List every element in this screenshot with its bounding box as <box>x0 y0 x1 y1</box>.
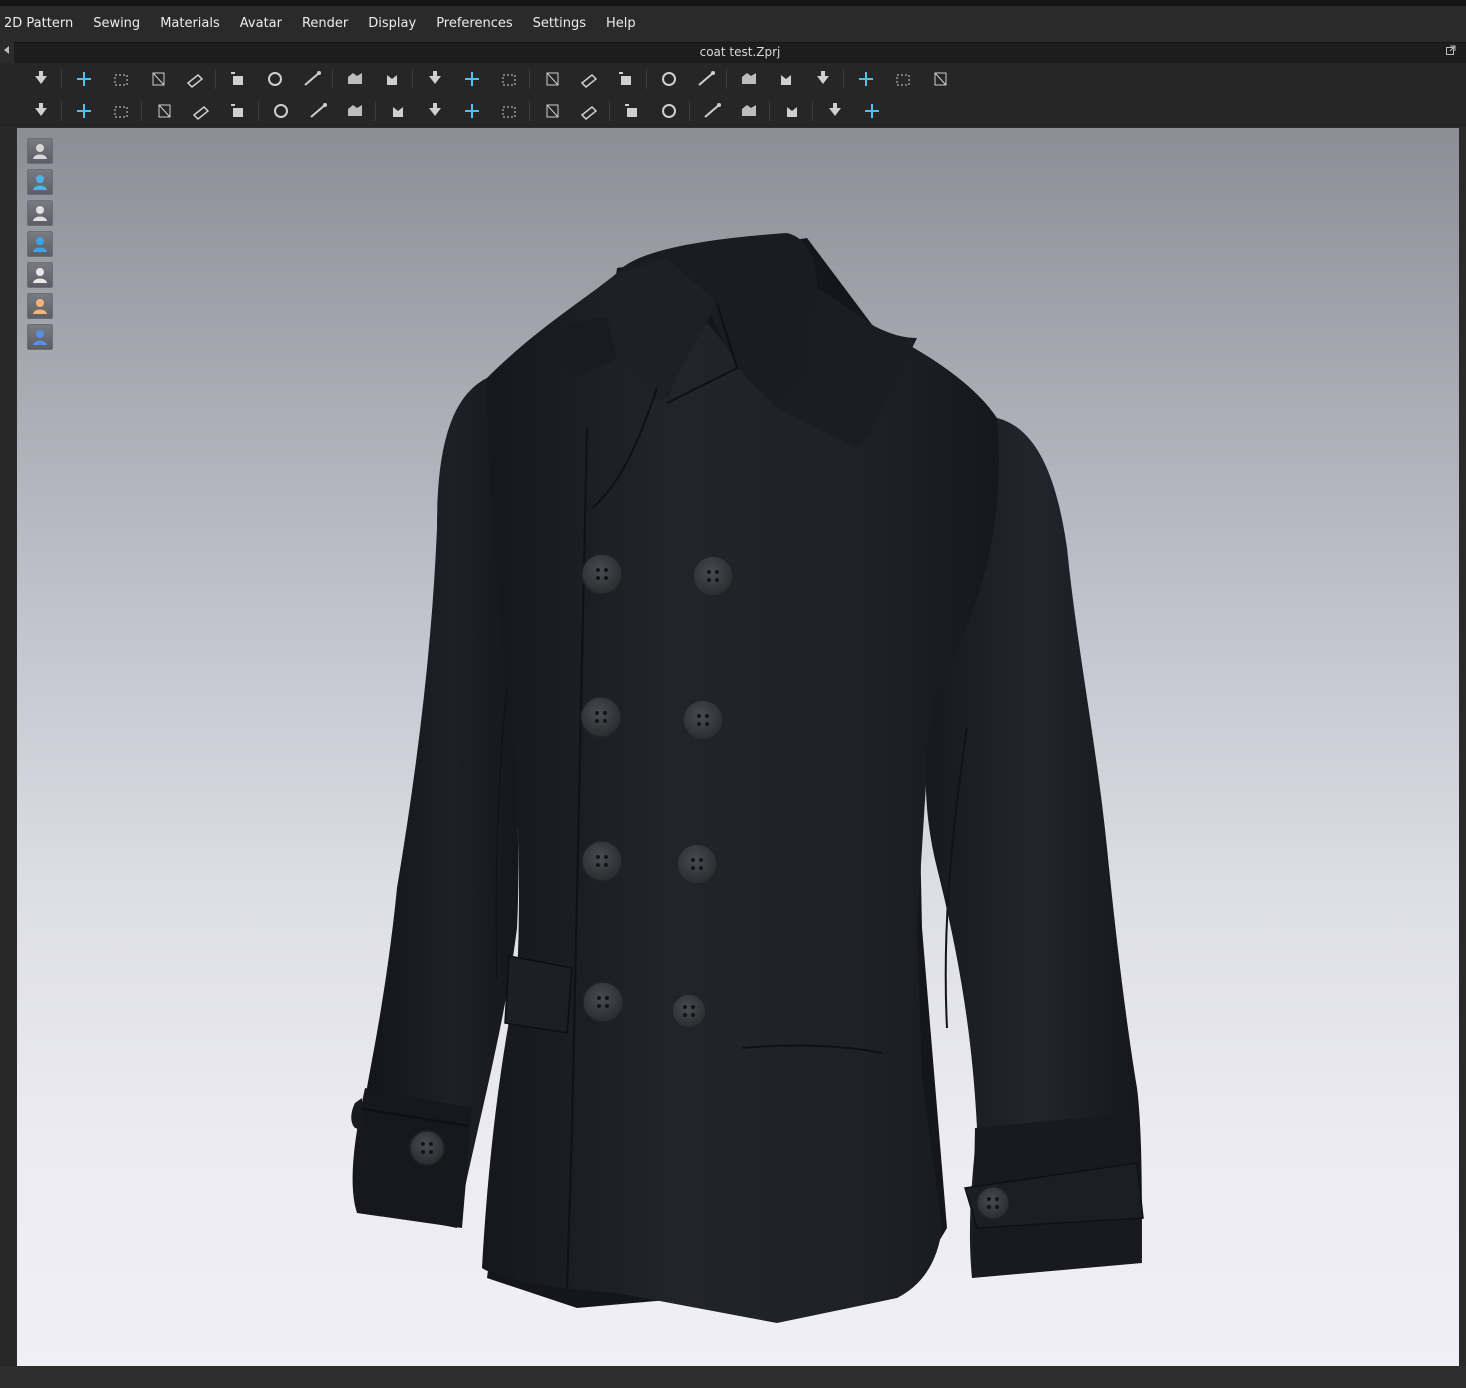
fold-arrange-icon[interactable] <box>225 67 251 91</box>
garment-hanger-icon[interactable] <box>422 67 448 91</box>
tshirt-solid-icon[interactable] <box>459 67 485 91</box>
brush-icon[interactable] <box>379 67 405 91</box>
shirring-icon[interactable] <box>656 99 682 123</box>
globe-shirt-icon[interactable] <box>859 99 885 123</box>
fill-puckering-icon[interactable] <box>619 99 645 123</box>
toolbar-separator <box>646 69 647 89</box>
drop-arrow-icon[interactable] <box>28 67 54 91</box>
toolbar-separator <box>812 101 813 121</box>
button-icon[interactable] <box>385 99 411 123</box>
arrangement-up-icon[interactable] <box>576 67 602 91</box>
toolbar-separator <box>769 101 770 121</box>
mesh-globe-icon[interactable] <box>27 324 53 350</box>
fold-rotate-icon[interactable] <box>299 67 325 91</box>
3d-viewport[interactable] <box>17 128 1459 1366</box>
collapse-arrow-icon[interactable] <box>1 44 11 56</box>
toolbar-separator <box>529 69 530 89</box>
tape-measure-icon[interactable] <box>890 67 916 91</box>
toolbar-separator <box>689 101 690 121</box>
toolbar-separator <box>609 101 610 121</box>
menu-materials[interactable]: Materials <box>150 6 230 42</box>
line-measure-icon[interactable] <box>459 99 485 123</box>
fold-lock-icon[interactable] <box>262 67 288 91</box>
toolbar-separator <box>412 69 413 89</box>
window-title: coat test.Zprj <box>699 45 781 59</box>
select-box-icon[interactable] <box>108 67 134 91</box>
toolbar-separator <box>332 69 333 89</box>
menu-help[interactable]: Help <box>596 6 646 42</box>
toolbar-separator <box>215 69 216 89</box>
curve-measure-icon[interactable] <box>853 67 879 91</box>
menu-avatar[interactable]: Avatar <box>230 6 292 42</box>
fill-shirring-icon[interactable] <box>699 99 725 123</box>
arrangement-down-icon[interactable] <box>613 67 639 91</box>
float-window-icon[interactable] <box>1446 45 1456 55</box>
toolbar-separator <box>258 101 259 121</box>
lock-button-icon[interactable] <box>496 99 522 123</box>
x-pin-icon[interactable] <box>151 99 177 123</box>
needle-icon[interactable] <box>71 99 97 123</box>
avatar-shirt-icon[interactable] <box>539 67 565 91</box>
puckering-icon[interactable] <box>576 99 602 123</box>
coat-left-cuff <box>352 1088 472 1228</box>
menu-render[interactable]: Render <box>292 6 358 42</box>
coat-3d-render <box>351 233 1144 1323</box>
shirt-fit-icon[interactable] <box>822 99 848 123</box>
trace-shirt-icon[interactable] <box>225 99 251 123</box>
toolbar-separator <box>375 101 376 121</box>
sewing-needle-icon[interactable] <box>108 99 134 123</box>
viewport-title-bar: coat test.Zprj <box>14 42 1466 64</box>
garment-view-icon[interactable] <box>27 138 53 164</box>
split-body-icon[interactable] <box>810 67 836 91</box>
buttonhole-icon[interactable] <box>422 99 448 123</box>
toolbar-separator <box>843 69 844 89</box>
menu-sewing[interactable]: Sewing <box>83 6 150 42</box>
layers-down-icon[interactable] <box>736 67 762 91</box>
toolbar-separator <box>141 101 142 121</box>
gather-icon[interactable] <box>736 99 762 123</box>
avatar-walk-icon[interactable] <box>28 99 54 123</box>
toolbar-row-2 <box>0 95 1466 127</box>
status-bar <box>0 1366 1466 1388</box>
graphic-stamp-icon[interactable] <box>268 99 294 123</box>
fabric-stamp-icon[interactable] <box>342 99 368 123</box>
menu-2d-pattern[interactable]: 2D Pattern <box>0 6 83 42</box>
layers-stack-icon[interactable] <box>693 67 719 91</box>
coat-pocket-flap <box>504 955 573 1034</box>
arrangement-avatar-icon[interactable] <box>656 67 682 91</box>
line-tool-icon[interactable] <box>342 67 368 91</box>
pin-icon[interactable] <box>182 67 208 91</box>
toolbar-separator <box>726 69 727 89</box>
viewport-side-toolbar <box>27 138 55 355</box>
tuck-icon[interactable] <box>779 99 805 123</box>
fabric-render-icon[interactable] <box>27 231 53 257</box>
garment-texture-icon[interactable] <box>27 169 53 195</box>
zipper-icon[interactable] <box>539 99 565 123</box>
toolbar-row-1 <box>0 63 1466 96</box>
scissors-icon[interactable] <box>188 99 214 123</box>
right-panel-edge <box>1459 128 1466 1368</box>
toolbar-separator <box>529 101 530 121</box>
menu-bar: 2D Pattern Sewing Materials Avatar Rende… <box>0 6 1466 42</box>
menu-preferences[interactable]: Preferences <box>426 6 522 42</box>
avatar-skin-icon[interactable] <box>27 293 53 319</box>
transform-move-icon[interactable] <box>71 67 97 91</box>
shirt-outline-icon[interactable] <box>496 67 522 91</box>
flat-shading-icon[interactable] <box>27 262 53 288</box>
avatar-view-icon[interactable] <box>27 200 53 226</box>
edit-pattern-icon[interactable] <box>145 67 171 91</box>
ruler-icon[interactable] <box>927 67 953 91</box>
menu-settings[interactable]: Settings <box>523 6 596 42</box>
vertical-pin-icon[interactable] <box>773 67 799 91</box>
toolbar-separator <box>61 101 62 121</box>
topstitch-icon[interactable] <box>305 99 331 123</box>
menu-display[interactable]: Display <box>358 6 426 42</box>
left-panel-edge <box>0 128 16 1368</box>
toolbar-separator <box>61 69 62 89</box>
